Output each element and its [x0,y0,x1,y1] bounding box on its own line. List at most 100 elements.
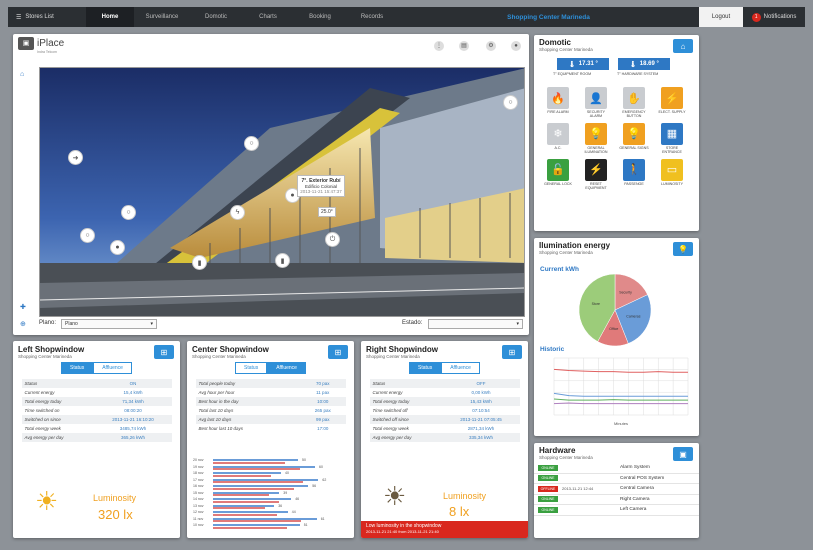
bulb-icon[interactable]: 💡 [673,242,693,256]
logout-button[interactable]: Logout [699,7,743,27]
domotic-label: GENERAL ILUMINATION [584,145,608,154]
domotic-control[interactable]: 👤 SECURITY ALARM [581,87,611,119]
row-label: Total energy week [24,426,61,431]
user-icon[interactable]: ● [511,41,521,51]
hardware-list: ONLINE Alarm System ONLINE Central POS Syst… [534,463,699,516]
tab-status[interactable]: Status [61,362,94,374]
row-label: Total people today [198,381,236,386]
map-pin-light[interactable]: ○ [80,228,95,243]
map-pin-info[interactable]: ▮ [192,255,207,270]
domotic-control[interactable]: ▦ STORE ENTRANCE [657,122,687,155]
map-pin-exit[interactable]: ➜ [68,150,83,165]
tooltip-value: 25.0° [318,207,336,217]
tab-status[interactable]: Status [409,362,442,374]
domotic-control[interactable]: 💡 GENERAL SIGNS [619,122,649,155]
thermometer-icon: 🌡 [629,61,637,68]
table-row: Avg last 10 days 99 pax [195,415,346,424]
domotic-label: FIRE ALARM [547,110,569,114]
nav-surveillance[interactable]: Surveillance [134,7,190,27]
tab-affluence[interactable]: Affluence [441,362,480,374]
domotic-label: EMERGENCY BUTTON [622,110,646,118]
bar [213,481,303,483]
hardware-row[interactable]: OFFLINE 2013-11-21 12:44 Central Camera [534,484,699,495]
bar-value: 40 [285,471,289,475]
affluence-bar-chart: 20 nov 50 19 nov 60 18 nov 40 17 nov 62 16 nov 56… [193,458,343,534]
domotic-controls: 🔥 FIRE ALARM 👤 SECURITY ALARM ✋ EMERGENCY BUT… [543,87,687,191]
tab-affluence[interactable]: Affluence [267,362,306,374]
domotic-icon: 💡 [623,122,645,145]
status-table: Status OFF Current energy 0,00 kWh Total ene… [369,379,520,442]
hardware-row[interactable]: ONLINE Central POS System [534,474,699,484]
hardware-row[interactable]: ONLINE Right Camera [534,495,699,505]
left-shopwindow-panel: Left Shopwindow Shopping Center Marineda… [13,341,180,538]
plano-value: Plano [65,321,78,327]
stores-list-menu[interactable]: ☰ Stores List [8,14,86,21]
nav-booking[interactable]: Booking [294,7,346,27]
nav-charts[interactable]: Charts [242,7,294,27]
hardware-row[interactable]: ONLINE Left Camera [534,505,699,516]
nav-home[interactable]: Home [86,7,134,27]
row-value: 17:00 [317,426,329,431]
domotic-control[interactable]: 🔥 FIRE ALARM [543,87,573,119]
bar-label: 12 nov [193,510,204,514]
table-row: Total energy week 3485,74 kWh [22,424,172,433]
settings-icon[interactable]: ⚙ [486,41,496,51]
domotic-control[interactable]: ❄ A.C. [543,122,573,155]
estado-select[interactable]: ▾ [428,319,523,329]
window-icon[interactable]: ⊞ [502,345,522,359]
series-line [553,398,688,401]
map-pin-light[interactable]: ○ [244,136,259,151]
row-label: Time switched off [372,408,408,413]
home-icon[interactable]: ⌂ [673,39,693,53]
map-pin-light[interactable]: ○ [503,95,518,110]
domotic-control[interactable]: ⚡ ELECT. SUPPLY [657,87,687,119]
map-pin-power[interactable]: ⏻ [325,232,340,247]
domotic-label: GENERAL LOCK [544,181,572,186]
bar-value: 56 [312,484,317,488]
home-icon[interactable]: ⌂ [20,71,24,78]
window-icon[interactable]: ⊞ [154,345,174,359]
domotic-control[interactable]: ⚡ RESET EQUIPMENT [581,158,611,191]
nav-records[interactable]: Records [346,7,398,27]
tab-affluence[interactable]: Affluence [93,362,132,374]
panel-title: Domotic [539,38,571,47]
nav-domotic[interactable]: Domotic [190,7,242,27]
alert-banner[interactable]: Low luminosity in the shopwindow 2013-11… [361,521,528,538]
plano-select[interactable]: Plano ▾ [61,319,157,329]
map-pin-info[interactable]: ▮ [275,253,290,268]
temp-value: 17.31 ° [578,61,598,67]
domotic-control[interactable]: 💡 GENERAL ILUMINATION [581,122,611,155]
tab-status[interactable]: Status [235,362,268,374]
logo-icon: ▣ [18,37,34,50]
bar [213,487,294,490]
notifications-button[interactable]: 1 Notifications [743,12,805,22]
affluence-table: Total people today 70 pax Avg hour per hou… [195,379,346,433]
hardware-row[interactable]: ONLINE Alarm System [534,463,699,474]
temp-equipment-room: 🌡 17.31 ° [557,58,609,70]
table-row: Best hour last 10 days 17:00 [196,424,346,433]
row-value: 70 pax [315,381,330,386]
estado-label: Estado: [402,320,423,326]
map-pin-light[interactable]: ○ [121,205,136,220]
table-row: Avg energy per day 335,34 kWh [369,433,520,442]
map-pin-power[interactable]: ϟ [230,205,245,220]
domotic-control[interactable]: ▭ LUMINOSITY [657,158,687,191]
window-icon[interactable]: ⊞ [328,345,348,359]
row-value: 08:00:20 [124,408,142,413]
domotic-label: SECURITY ALARM [586,110,606,118]
bar-value: 51 [303,523,308,527]
move-icon[interactable]: ✚ [20,303,26,311]
table-row: Time switched on 08:00:20 [22,406,172,415]
domotic-control[interactable]: 🚶 PASSENGE [619,158,649,191]
grid-icon[interactable]: ⋮ [434,41,444,51]
row-label: Total energy week [372,426,409,431]
row-label: Time switched on [24,408,60,413]
zoom-icon[interactable]: ⊕ [20,320,26,328]
device-icon[interactable]: ▣ [673,447,693,461]
map-pin-person[interactable]: ● [110,240,125,255]
domotic-control[interactable]: ✋ EMERGENCY BUTTON [619,87,649,119]
layers-icon[interactable]: ▤ [459,41,469,51]
domotic-control[interactable]: 🔓 GENERAL LOCK [543,158,573,191]
chevron-down-icon: ▾ [150,321,153,327]
domotic-label: RESET EQUIPMENT [585,181,607,190]
